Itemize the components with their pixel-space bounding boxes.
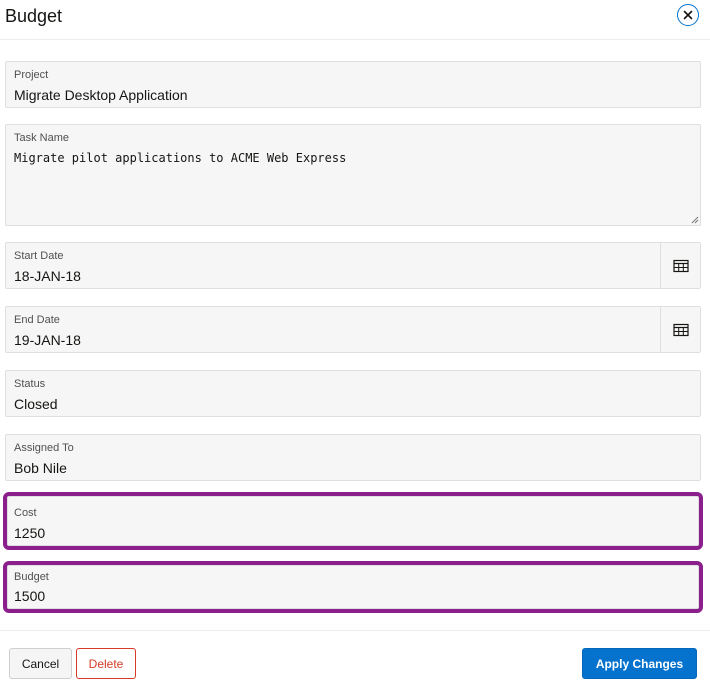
end-date-picker-button[interactable] (660, 307, 700, 352)
cost-value[interactable]: 1250 (14, 524, 45, 542)
assigned-to-field[interactable]: Assigned To Bob Nile (5, 434, 701, 481)
close-icon (683, 10, 693, 20)
project-field[interactable]: Project Migrate Desktop Application (5, 61, 701, 108)
apply-changes-button[interactable]: Apply Changes (582, 648, 697, 679)
budget-value[interactable]: 1500 (14, 587, 45, 605)
status-value[interactable]: Closed (14, 395, 58, 413)
resize-grip-icon[interactable] (691, 216, 699, 224)
end-date-value[interactable]: 19-JAN-18 (14, 331, 81, 349)
status-label: Status (14, 378, 46, 390)
budget-dialog: Budget Project Migrate Desktop Applicati… (0, 0, 710, 691)
assigned-to-value[interactable]: Bob Nile (14, 459, 67, 477)
dialog-footer: Cancel Delete Apply Changes (0, 630, 710, 691)
close-button[interactable] (677, 4, 699, 26)
delete-button[interactable]: Delete (76, 648, 136, 679)
start-date-value[interactable]: 18-JAN-18 (14, 267, 81, 285)
start-date-field[interactable]: Start Date 18-JAN-18 (5, 242, 701, 289)
start-date-picker-button[interactable] (660, 243, 700, 288)
calendar-icon (672, 323, 689, 336)
cost-field[interactable]: Cost 1250 (3, 492, 703, 550)
status-field[interactable]: Status Closed (5, 370, 701, 417)
dialog-header: Budget (0, 0, 710, 40)
dialog-body: Project Migrate Desktop Application Task… (0, 40, 710, 630)
cost-label: Cost (14, 507, 37, 519)
assigned-to-label: Assigned To (14, 442, 74, 454)
end-date-field[interactable]: End Date 19-JAN-18 (5, 306, 701, 353)
task-name-value[interactable]: Migrate pilot applications to ACME Web E… (14, 149, 346, 167)
budget-field[interactable]: Budget 1500 (3, 561, 703, 613)
dialog-title: Budget (5, 6, 63, 26)
project-label: Project (14, 69, 49, 81)
end-date-label: End Date (14, 314, 60, 326)
project-value[interactable]: Migrate Desktop Application (14, 86, 188, 104)
budget-label: Budget (14, 571, 49, 583)
task-name-label: Task Name (14, 132, 70, 144)
start-date-label: Start Date (14, 250, 64, 262)
calendar-icon (672, 259, 689, 272)
cancel-button[interactable]: Cancel (9, 648, 72, 679)
task-name-field[interactable]: Task Name Migrate pilot applications to … (5, 124, 701, 226)
